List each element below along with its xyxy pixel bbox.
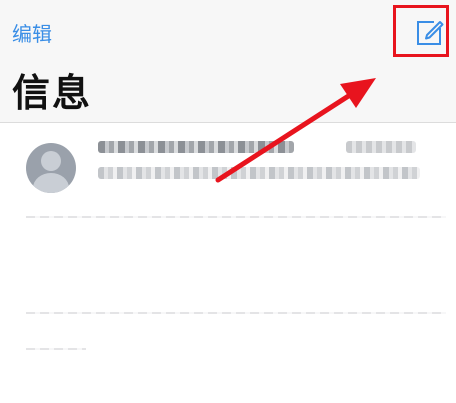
messages-screen: 编辑 信息 <box>0 0 456 403</box>
pixelated-sender-name <box>98 141 294 153</box>
conversation-row[interactable] <box>0 123 456 215</box>
page-title: 信息 <box>12 71 93 115</box>
row-divider <box>26 348 86 350</box>
row-divider <box>26 312 446 314</box>
avatar-head-shape <box>41 151 61 171</box>
row-divider <box>26 216 446 218</box>
pixelated-message-preview <box>98 167 420 179</box>
compose-icon <box>417 21 444 45</box>
avatar-body-shape <box>33 173 69 193</box>
avatar <box>26 143 76 193</box>
compose-button[interactable] <box>414 18 444 48</box>
pixelated-timestamp <box>346 141 416 153</box>
edit-button[interactable]: 编辑 <box>12 18 52 47</box>
navigation-bar: 编辑 信息 <box>0 0 456 123</box>
